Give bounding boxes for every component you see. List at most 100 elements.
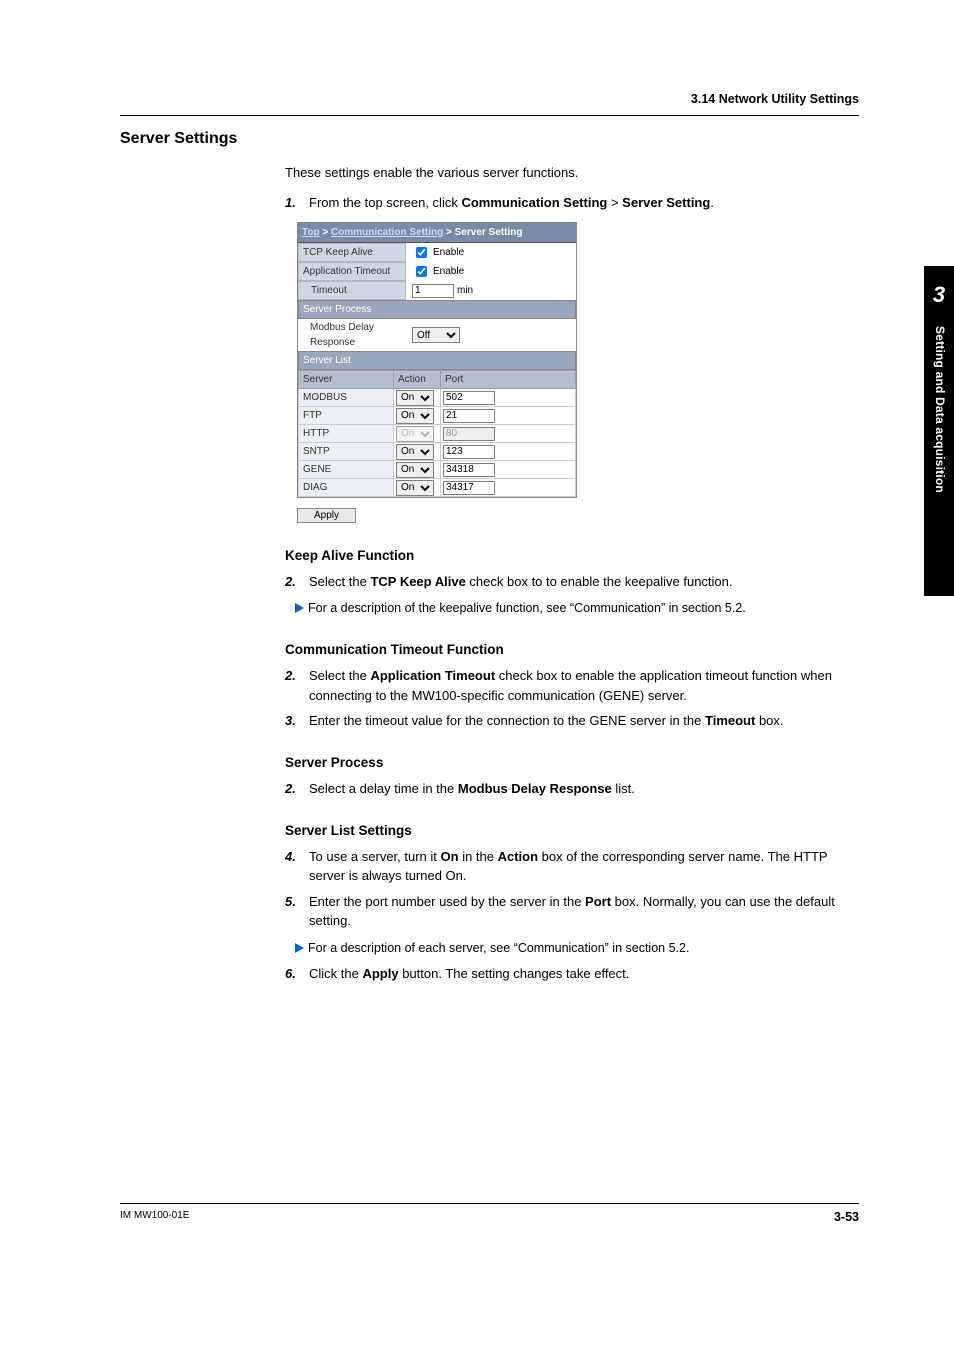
- step-text: Enter the port number used by the server…: [309, 894, 585, 909]
- action-select[interactable]: On: [396, 390, 434, 406]
- tcp-keep-alive-checkbox[interactable]: [416, 247, 427, 258]
- port-input: [443, 427, 495, 441]
- step-post: .: [710, 195, 714, 210]
- step-text: Select the: [309, 668, 370, 683]
- proc-step-2: 2. Select a delay time in the Modbus Del…: [285, 779, 864, 799]
- header-rule: [120, 115, 859, 116]
- server-name-cell: MODBUS: [299, 389, 394, 407]
- port-input[interactable]: [443, 445, 495, 459]
- step-text: Enter the timeout value for the connecti…: [309, 713, 705, 728]
- step-number: 2.: [285, 779, 296, 799]
- crumb-current: Server Setting: [455, 227, 523, 238]
- action-cell: On: [394, 389, 441, 407]
- note-arrow-icon: [295, 603, 304, 613]
- list-note: For a description of each server, see “C…: [295, 939, 864, 958]
- note-arrow-icon: [295, 943, 304, 953]
- port-input[interactable]: [443, 391, 495, 405]
- port-cell: [441, 461, 576, 479]
- commto-step-3: 3. Enter the timeout value for the conne…: [285, 711, 864, 731]
- app-timeout-checkbox[interactable]: [416, 266, 427, 277]
- col-server: Server: [299, 371, 394, 389]
- action-select: On: [396, 426, 434, 442]
- timeout-input[interactable]: [412, 284, 454, 298]
- list-step-6: 6. Click the Apply button. The setting c…: [285, 964, 864, 984]
- port-cell: [441, 443, 576, 461]
- action-cell: On: [394, 407, 441, 425]
- crumb-top[interactable]: Top: [302, 227, 320, 238]
- step-text: Select the: [309, 574, 370, 589]
- table-row: SNTPOn: [299, 443, 576, 461]
- step-post: button. The setting changes take effect.: [399, 966, 630, 981]
- server-process-bar: Server Process: [298, 300, 576, 319]
- step-bold: On: [441, 849, 459, 864]
- port-input[interactable]: [443, 481, 495, 495]
- action-cell: On: [394, 479, 441, 497]
- action-select[interactable]: On: [396, 408, 434, 424]
- step-number: 4.: [285, 847, 296, 867]
- step-bold: Action: [498, 849, 538, 864]
- server-process-heading: Server Process: [285, 753, 864, 773]
- step-bold: Apply: [362, 966, 398, 981]
- server-name-cell: SNTP: [299, 443, 394, 461]
- page-footer: IM MW100-01E 3-53: [120, 1203, 859, 1227]
- apply-button[interactable]: Apply: [297, 508, 356, 523]
- table-row: DIAGOn: [299, 479, 576, 497]
- note-text: For a description of each server, see “C…: [308, 941, 689, 955]
- table-row: MODBUSOn: [299, 389, 576, 407]
- server-list-bar: Server List: [298, 351, 576, 370]
- table-row: HTTPOn: [299, 425, 576, 443]
- step-bold: Server Setting: [622, 195, 710, 210]
- step-number: 1.: [285, 193, 296, 213]
- server-name-cell: GENE: [299, 461, 394, 479]
- section-header: 3.14 Network Utility Settings: [691, 90, 859, 109]
- modbus-delay-label: Modbus Delay Response: [298, 319, 406, 351]
- step-number: 6.: [285, 964, 296, 984]
- crumb-comm[interactable]: Communication Setting: [331, 227, 443, 238]
- step-text: From the top screen, click: [309, 195, 461, 210]
- chapter-label: Setting and Data acquisition: [931, 326, 949, 493]
- port-cell: [441, 407, 576, 425]
- server-list-heading: Server List Settings: [285, 821, 864, 841]
- note-text: For a description of the keepalive funct…: [308, 601, 746, 615]
- step-bold: Application Timeout: [370, 668, 495, 683]
- step-bold: TCP Keep Alive: [370, 574, 465, 589]
- comm-timeout-heading: Communication Timeout Function: [285, 640, 864, 660]
- step-post: box.: [755, 713, 783, 728]
- keepalive-step-2: 2. Select the TCP Keep Alive check box t…: [285, 572, 864, 592]
- list-step-5: 5. Enter the port number used by the ser…: [285, 892, 864, 931]
- step-number: 3.: [285, 711, 296, 731]
- port-input[interactable]: [443, 409, 495, 423]
- step-text: To use a server, turn it: [309, 849, 441, 864]
- server-list-table: Server Action Port MODBUSOnFTPOnHTTPOnSN…: [298, 370, 576, 497]
- port-cell: [441, 479, 576, 497]
- server-name-cell: HTTP: [299, 425, 394, 443]
- keepalive-note: For a description of the keepalive funct…: [295, 599, 864, 618]
- col-action: Action: [394, 371, 441, 389]
- step-sep: >: [607, 195, 622, 210]
- step-number: 5.: [285, 892, 296, 912]
- step-mid: in the: [459, 849, 498, 864]
- timeout-unit: min: [457, 283, 473, 298]
- step-bold: Modbus Delay Response: [458, 781, 612, 796]
- tcp-keep-alive-label: TCP Keep Alive: [298, 243, 406, 262]
- step-number: 2.: [285, 666, 296, 686]
- step-number: 2.: [285, 572, 296, 592]
- chapter-tab: 3 Setting and Data acquisition: [924, 266, 954, 596]
- step-post: check box to to enable the keepalive fun…: [466, 574, 733, 589]
- action-cell: On: [394, 443, 441, 461]
- step-text: Click the: [309, 966, 362, 981]
- action-select[interactable]: On: [396, 480, 434, 496]
- port-input[interactable]: [443, 463, 495, 477]
- table-row: FTPOn: [299, 407, 576, 425]
- action-cell: On: [394, 425, 441, 443]
- port-cell: [441, 389, 576, 407]
- intro-text: These settings enable the various server…: [285, 163, 864, 183]
- action-cell: On: [394, 461, 441, 479]
- port-cell: [441, 425, 576, 443]
- page-title: Server Settings: [120, 127, 864, 151]
- step-bold: Port: [585, 894, 611, 909]
- action-select[interactable]: On: [396, 462, 434, 478]
- modbus-delay-select[interactable]: Off: [412, 327, 460, 343]
- action-select[interactable]: On: [396, 444, 434, 460]
- chapter-number: 3: [924, 278, 954, 311]
